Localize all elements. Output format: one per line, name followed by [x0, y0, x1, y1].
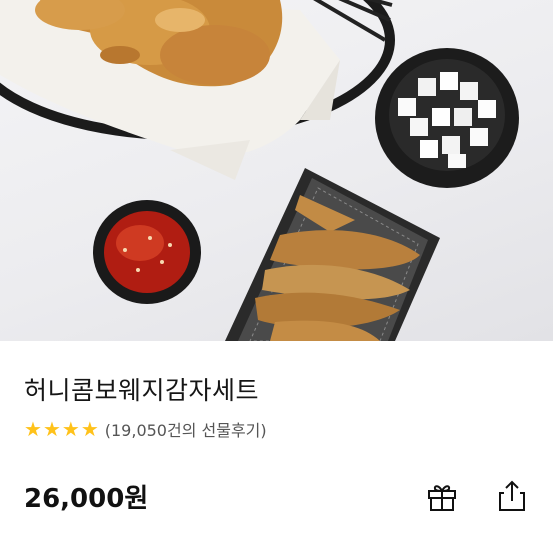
wedge-potato-basket [225, 168, 440, 341]
star-icon: ★ [61, 417, 80, 441]
star-icon: ★ [24, 417, 42, 441]
star-icon: ★ [80, 417, 99, 441]
product-photo [0, 0, 519, 341]
star-icon: ★ [42, 417, 61, 441]
share-button[interactable] [490, 474, 534, 518]
rating-summary[interactable]: ★ ★ ★ ★ (19,050건의 선물후기) [24, 417, 267, 441]
share-icon [499, 480, 525, 511]
chili-sauce-bowl [93, 200, 201, 304]
chicken-basket [0, 0, 395, 180]
product-image [0, 0, 553, 341]
pickled-radish-bowl [375, 48, 519, 188]
product-price: 26,000원 [24, 484, 149, 514]
review-count: (19,050건의 선물후기) [104, 421, 267, 440]
gift-icon [428, 485, 456, 511]
product-title: 허니콤보웨지감자세트 [24, 376, 260, 405]
gift-button[interactable] [420, 474, 464, 518]
rating-stars: ★ ★ ★ ★ [24, 419, 100, 439]
